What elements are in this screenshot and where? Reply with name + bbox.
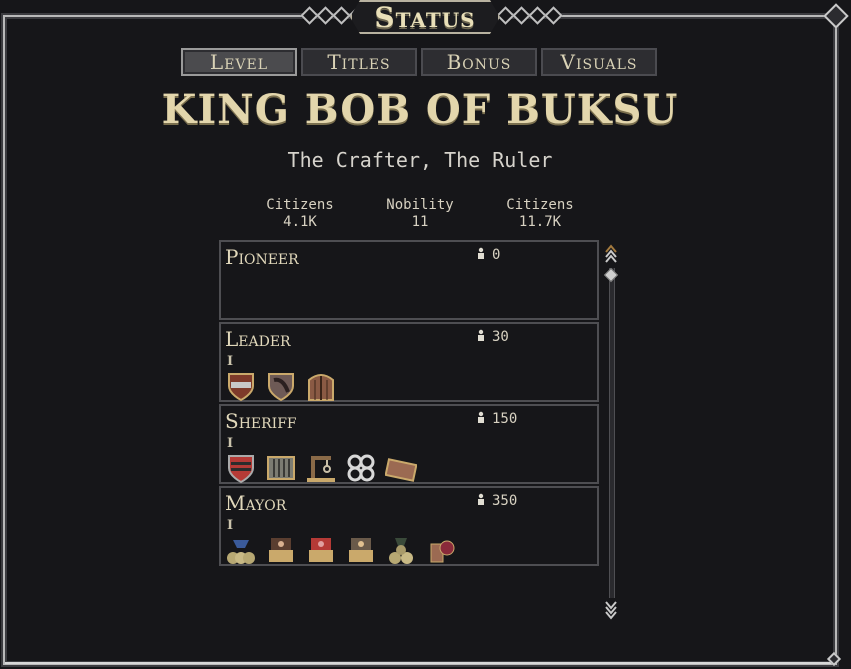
rank-row-leader[interactable]: Leader 30 I: [219, 322, 599, 402]
rank-row-sheriff[interactable]: Sheriff 150 I: [219, 404, 599, 484]
rank-requirement: 150: [476, 411, 517, 427]
rank-requirement: 0: [476, 247, 500, 263]
scroll-track[interactable]: [609, 268, 615, 598]
scroll-thumb[interactable]: [603, 267, 619, 283]
shield-banner-icon[interactable]: [224, 368, 258, 402]
red-striped-shield-icon[interactable]: [224, 450, 258, 484]
rank-tier: I: [227, 518, 234, 533]
shackles-icon[interactable]: [344, 450, 378, 484]
ruler-epithet: The Crafter, The Ruler: [287, 148, 553, 172]
rank-requirement: 350: [476, 493, 517, 509]
stat-citizens: Citizens 4.1K: [240, 197, 360, 231]
tab-visuals[interactable]: Visuals: [541, 48, 657, 76]
rank-requirement-value: 0: [492, 247, 501, 263]
rank-tier: I: [227, 436, 234, 451]
rank-row-pioneer[interactable]: Pioneer 0: [219, 240, 599, 320]
rank-unlock-icons: [224, 450, 418, 484]
stat-value: 11.7K: [518, 214, 562, 230]
coin-sacks-icon[interactable]: [224, 532, 258, 566]
scroll-up-icon[interactable]: [604, 242, 618, 268]
stats-bar: Citizens 4.1K Nobility 11 Citizens 11.7K: [240, 197, 600, 231]
stat-label: Nobility: [386, 197, 454, 213]
rank-title: Mayor: [225, 491, 287, 515]
scroll-down-icon[interactable]: [604, 596, 618, 622]
stat-label: Citizens: [266, 197, 334, 213]
horn-icon[interactable]: [264, 368, 298, 402]
red-stall-icon[interactable]: [304, 532, 338, 566]
scrollbar[interactable]: [603, 242, 619, 622]
tab-bar: Level Titles Bonus Visuals: [181, 48, 657, 76]
tab-level[interactable]: Level: [181, 48, 297, 76]
rank-title: Pioneer: [225, 245, 299, 269]
stat-value: 11: [411, 214, 429, 230]
pottery-icon[interactable]: [424, 532, 458, 566]
wanted-sign-icon[interactable]: [384, 450, 418, 484]
stat-nobility: Nobility 11: [360, 197, 480, 231]
tab-titles[interactable]: Titles: [301, 48, 417, 76]
window-title-plate: Status: [350, 0, 500, 34]
rank-unlock-icons: [224, 368, 338, 402]
person-icon: [476, 247, 486, 263]
stall-icon[interactable]: [264, 532, 298, 566]
frame-border: [5, 662, 837, 664]
coin-bags-icon[interactable]: [384, 532, 418, 566]
rank-requirement-value: 150: [492, 411, 518, 427]
stat-label: Citizens: [506, 197, 574, 213]
rank-requirement: 30: [476, 329, 509, 345]
gallows-icon[interactable]: [304, 450, 338, 484]
stat-citizens-total: Citizens 11.7K: [480, 197, 600, 231]
cage-icon[interactable]: [264, 450, 298, 484]
rank-row-mayor[interactable]: Mayor 350 I: [219, 486, 599, 566]
market-stall-icon[interactable]: [344, 532, 378, 566]
window-title: Status: [374, 0, 476, 34]
person-icon: [476, 493, 486, 509]
wooden-door-icon[interactable]: [304, 368, 338, 402]
rank-tier: I: [227, 354, 234, 369]
title-ornament-right: [496, 6, 563, 25]
rank-requirement-value: 30: [492, 329, 509, 345]
rank-title: Leader: [225, 327, 291, 351]
tab-bonus[interactable]: Bonus: [421, 48, 537, 76]
rank-title: Sheriff: [225, 409, 297, 433]
stat-value: 4.1K: [283, 214, 317, 230]
rank-requirement-value: 350: [492, 493, 518, 509]
person-icon: [476, 411, 486, 427]
rank-list: Pioneer 0 Leader 30 I Sheriff 150 I Mayor 350 I: [219, 240, 599, 568]
person-icon: [476, 329, 486, 345]
ruler-name: KING BOB OF BUKSU: [161, 86, 679, 133]
rank-unlock-icons: [224, 532, 458, 566]
